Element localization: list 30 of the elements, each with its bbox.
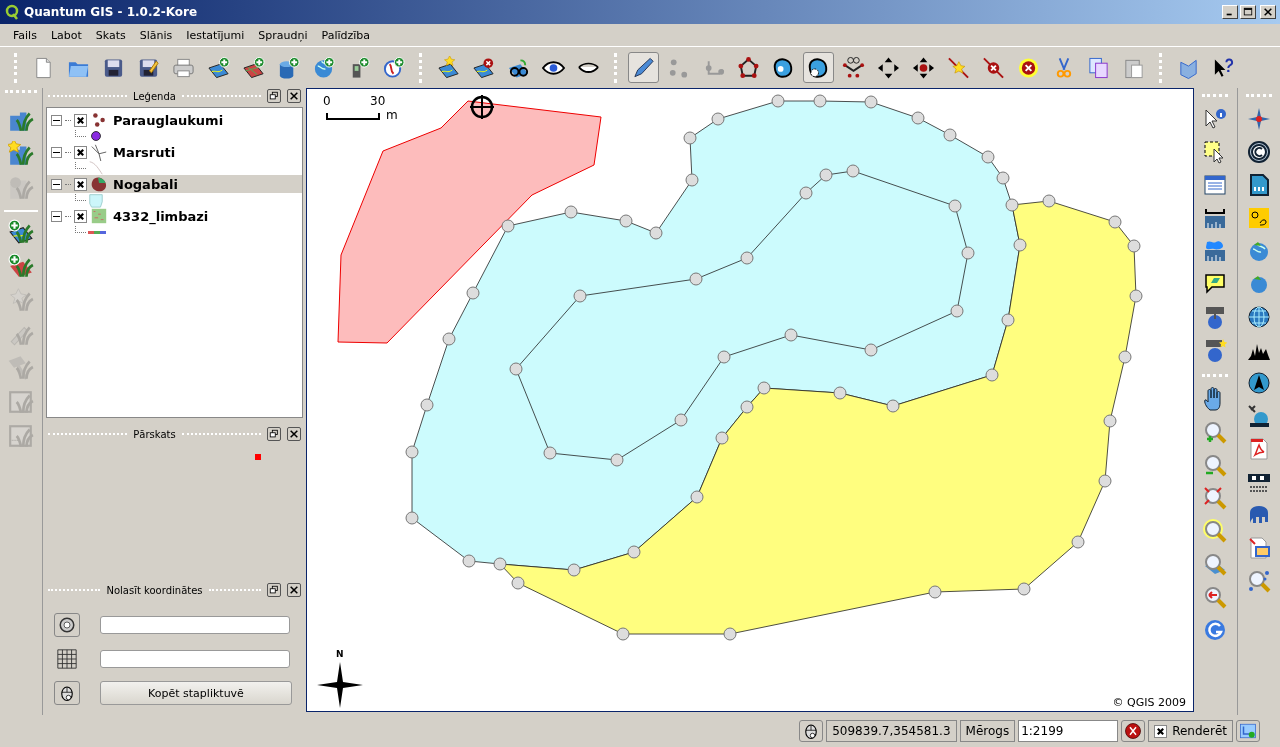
layer-name: Marsruti <box>113 144 176 160</box>
layer-row[interactable]: 4332_limbazi <box>47 207 302 225</box>
copy-button[interactable]: Kopēt stapliktuvē <box>100 681 292 705</box>
layer-name: Parauglaukumi <box>113 112 224 128</box>
panel-title: Nolasīt koordinātes <box>106 584 203 596</box>
render-label: Renderēt <box>1172 724 1227 738</box>
scale-field[interactable]: 1:2199 <box>1018 720 1119 742</box>
layer-row[interactable]: Parauglaukumi <box>47 111 302 129</box>
menu-item[interactable]: Palīdzība <box>314 28 378 42</box>
layer-row[interactable]: Marsruti <box>47 143 302 161</box>
menu-item[interactable]: Fails <box>6 28 44 42</box>
menu-item[interactable]: Skats <box>88 28 133 42</box>
menu-item[interactable]: Spraudņi <box>251 28 315 42</box>
window-title: Quantum GIS - 1.0.2-Kore <box>24 5 199 19</box>
layer-row[interactable]: Nogabali <box>47 175 302 193</box>
copyright-text: © QGIS 2009 <box>1112 696 1186 709</box>
scale-label: Mērogs <box>959 720 1016 742</box>
map-canvas[interactable]: 0 30 m N © QGIS 2009 <box>306 88 1194 712</box>
scale-label: 0 <box>323 94 331 108</box>
panel-title: Pārskats <box>133 428 176 440</box>
scale-label: 30 <box>370 94 386 108</box>
layer-name: Nogabali <box>113 176 178 192</box>
scale-unit: m <box>386 108 398 122</box>
coordinate-display: 509839.7,354581.3 <box>826 720 957 742</box>
menu-item[interactable]: Slānis <box>132 28 180 42</box>
panel-title: Leģenda <box>133 90 176 102</box>
menu-item[interactable]: Iestatījumi <box>179 28 252 42</box>
menu-item[interactable]: Labot <box>43 28 89 42</box>
layer-name: 4332_limbazi <box>113 208 209 224</box>
north-label: N <box>336 649 344 659</box>
